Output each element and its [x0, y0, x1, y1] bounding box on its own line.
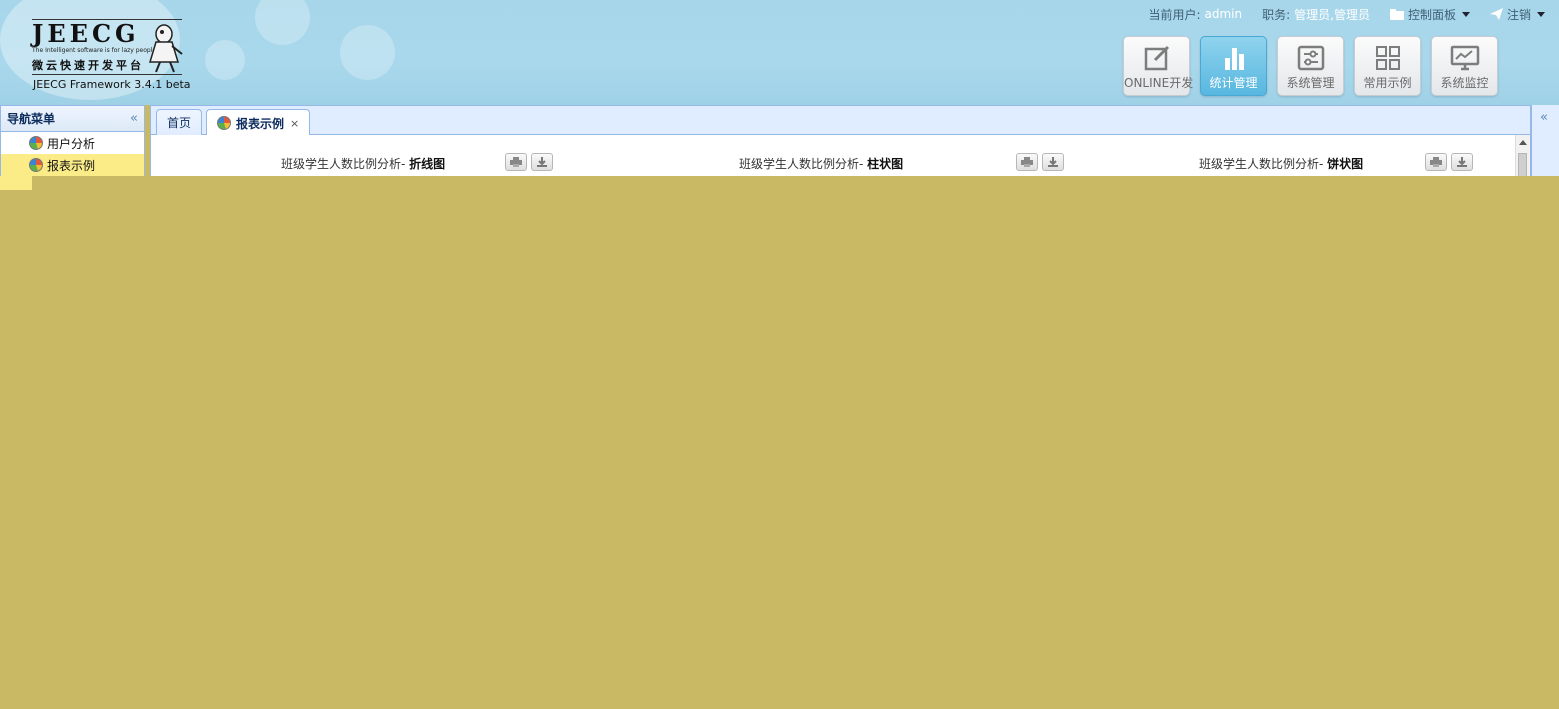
- nav-item-report-example[interactable]: 报表示例: [1, 154, 144, 176]
- overlay-notch: [0, 176, 32, 190]
- current-user: 当前用户: admin: [1148, 6, 1242, 23]
- current-user-label: 当前用户:: [1148, 7, 1201, 22]
- control-panel-label: 控制面板: [1407, 7, 1456, 22]
- module-bar: ONLINE开发 统计管理 系统管理 常用示例 系统监控: [1123, 36, 1498, 96]
- current-user-value: admin: [1204, 7, 1243, 21]
- control-panel-menu[interactable]: 控制面板: [1389, 6, 1470, 23]
- chart-title-line: 班级学生人数比例分析- 折线图: [281, 155, 445, 172]
- printer-icon: [1021, 157, 1033, 167]
- nav-item-user-analysis[interactable]: 用户分析: [1, 132, 144, 154]
- download-button[interactable]: [1451, 153, 1473, 171]
- download-button[interactable]: [531, 153, 553, 171]
- collapse-left-icon[interactable]: «: [130, 111, 138, 126]
- scroll-thumb[interactable]: [1518, 153, 1527, 177]
- module-label: ONLINE开发: [1124, 76, 1194, 90]
- user-role-label: 职务:: [1262, 7, 1291, 22]
- chart-title-prefix: 班级学生人数比例分析-: [739, 157, 868, 171]
- nav-item-label: 用户分析: [47, 136, 96, 151]
- chart-title-type: 柱状图: [867, 157, 904, 171]
- settings-sliders-icon: [1297, 45, 1324, 71]
- tab-label: 报表示例: [236, 116, 285, 131]
- nav-item-label: 报表示例: [47, 158, 96, 173]
- pie-chart-icon: [29, 136, 43, 150]
- printer-icon: [510, 157, 522, 167]
- module-examples[interactable]: 常用示例: [1354, 36, 1421, 96]
- logout-menu[interactable]: 注销: [1489, 6, 1545, 23]
- chart-title-prefix: 班级学生人数比例分析-: [1199, 157, 1328, 171]
- page-overlay: [0, 176, 1559, 709]
- module-monitor[interactable]: 系统监控: [1431, 36, 1498, 96]
- bar-chart-icon: [1224, 48, 1244, 70]
- module-system-admin[interactable]: 系统管理: [1277, 36, 1344, 96]
- tab-home[interactable]: 首页: [156, 109, 203, 135]
- tab-bar: 首页 报表示例 ×: [150, 105, 1531, 136]
- printer-icon: [1430, 157, 1442, 167]
- chevron-down-icon: [1461, 11, 1470, 17]
- download-icon: [1048, 156, 1058, 167]
- monitor-icon: [1450, 45, 1479, 71]
- mascot-icon: [148, 24, 183, 73]
- tab-label: 首页: [167, 116, 192, 130]
- chart-title-type: 折线图: [409, 157, 446, 171]
- user-bar: 当前用户: admin 职务: 管理员,管理员 控制面板 注销: [1134, 6, 1545, 22]
- right-collapsed-panel: «: [1531, 105, 1559, 177]
- chart-title-type: 饼状图: [1327, 157, 1364, 171]
- nav-title: 导航菜单: [7, 112, 56, 126]
- logout-label: 注销: [1506, 7, 1531, 22]
- chart-title-pie: 班级学生人数比例分析- 饼状图: [1199, 155, 1363, 172]
- scroll-up-icon[interactable]: [1519, 140, 1527, 145]
- nav-header: 导航菜单 «: [1, 106, 144, 132]
- module-label: 系统监控: [1440, 76, 1489, 90]
- download-icon: [537, 156, 547, 167]
- print-button[interactable]: [1016, 153, 1038, 171]
- print-button[interactable]: [505, 153, 527, 171]
- chevron-down-icon: [1537, 11, 1545, 17]
- user-role: 职务: 管理员,管理员: [1262, 6, 1370, 23]
- download-icon: [1457, 156, 1467, 167]
- download-button[interactable]: [1042, 153, 1064, 171]
- report-content: 班级学生人数比例分析- 折线图 班级学生人数比例分析- 柱状图 班级学生人数比例…: [150, 135, 1531, 177]
- close-icon[interactable]: ×: [290, 117, 299, 130]
- send-icon: [1489, 8, 1503, 20]
- chart-title-prefix: 班级学生人数比例分析-: [281, 157, 410, 171]
- expand-right-icon[interactable]: «: [1540, 110, 1548, 125]
- pie-chart-icon: [217, 116, 231, 130]
- pie-chart-icon: [29, 158, 43, 172]
- module-label: 常用示例: [1363, 76, 1412, 90]
- user-role-value: 管理员,管理员: [1294, 7, 1370, 22]
- folder-icon: [1389, 8, 1404, 20]
- nav-panel: 导航菜单 « 用户分析 报表示例: [0, 105, 145, 177]
- chart-title-bar: 班级学生人数比例分析- 柱状图: [739, 155, 903, 172]
- edit-icon: [1144, 45, 1169, 71]
- grid-icon: [1375, 46, 1400, 70]
- module-label: 系统管理: [1286, 76, 1335, 90]
- print-button[interactable]: [1425, 153, 1447, 171]
- header: JEECG The Intelligent software is for la…: [0, 0, 1559, 105]
- module-online-dev[interactable]: ONLINE开发: [1123, 36, 1194, 96]
- module-label: 统计管理: [1209, 76, 1258, 90]
- tab-report-example[interactable]: 报表示例 ×: [206, 109, 311, 136]
- module-statistics[interactable]: 统计管理: [1200, 36, 1267, 96]
- vertical-scrollbar[interactable]: [1515, 135, 1530, 177]
- version-label: JEECG Framework 3.4.1 beta: [33, 78, 191, 91]
